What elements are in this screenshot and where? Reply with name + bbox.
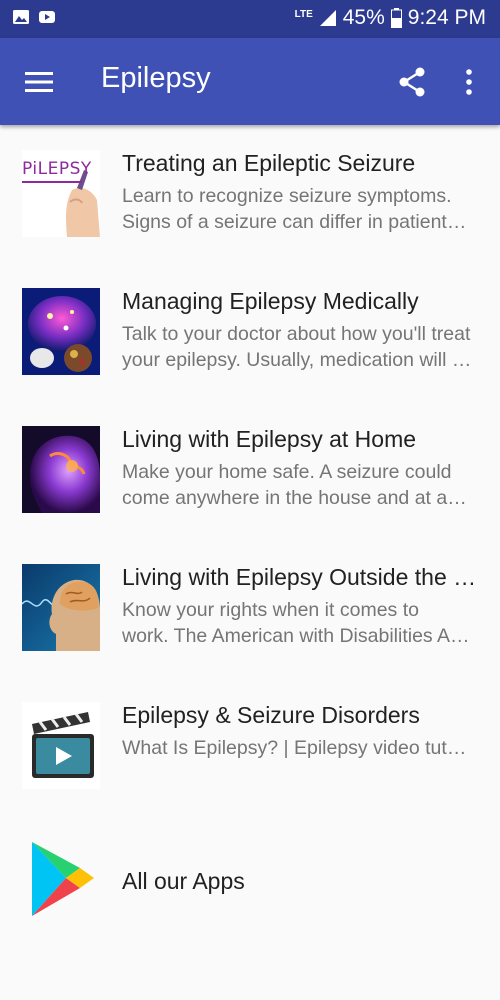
share-icon (399, 67, 425, 97)
youtube-notification-icon (39, 11, 55, 23)
list-item[interactable]: Living with Epilepsy at Home Make your h… (0, 401, 500, 539)
status-bar: LTE 45% 9:24 PM (0, 0, 500, 38)
signal-icon (319, 10, 336, 26)
more-vert-icon (466, 69, 472, 95)
item-description: Learn to recognize seizure symptoms. Sig… (122, 185, 476, 233)
item-description: Make your home safe. A seizure could com… (122, 461, 476, 509)
battery-icon (390, 8, 402, 28)
thumbnail-video-clapper (22, 702, 100, 789)
hamburger-menu-icon (25, 72, 53, 92)
thumbnail-text: PiLEPSY (22, 159, 92, 179)
item-title: Epilepsy & Seizure Disorders (122, 702, 420, 728)
more-options-button[interactable] (454, 62, 484, 102)
list-item[interactable]: PiLEPSY Treating an Epileptic Seizure Le… (0, 125, 500, 263)
list-item[interactable]: Epilepsy & Seizure Disorders What Is Epi… (0, 677, 500, 815)
gallery-notification-icon (13, 10, 29, 24)
item-title: Living with Epilepsy at Home (122, 426, 417, 452)
item-title: Managing Epilepsy Medically (122, 288, 419, 314)
item-description: What Is Epilepsy? | Epilepsy video tutos… (122, 737, 476, 759)
clock: 9:24 PM (407, 6, 486, 29)
all-apps-label: All our Apps (122, 868, 245, 894)
share-button[interactable] (392, 62, 432, 102)
item-description: Know your rights when it comes to work. … (122, 599, 476, 647)
menu-button[interactable] (18, 64, 60, 100)
item-description: Talk to your doctor about how you'll tre… (122, 323, 476, 371)
thumbnail-brain-medication (22, 288, 100, 375)
thumbnail-brain-scan (22, 426, 100, 513)
all-apps-item[interactable]: All our Apps (0, 820, 500, 945)
network-type: LTE (294, 9, 313, 20)
thumbnail-epilepsy-writing: PiLEPSY (22, 150, 100, 237)
app-bar: Epilepsy (0, 38, 500, 125)
item-title: Treating an Epileptic Seizure (122, 150, 416, 176)
play-store-icon (32, 842, 94, 916)
list-item[interactable]: Living with Epilepsy Outside the H… Know… (0, 539, 500, 677)
battery-percent: 45% (342, 6, 385, 29)
list-item[interactable]: Managing Epilepsy Medically Talk to your… (0, 263, 500, 401)
page-title: Epilepsy (101, 62, 211, 94)
video-clapper-icon (22, 702, 100, 789)
thumbnail-head-brain (22, 564, 100, 651)
item-title: Living with Epilepsy Outside the H… (122, 564, 482, 590)
